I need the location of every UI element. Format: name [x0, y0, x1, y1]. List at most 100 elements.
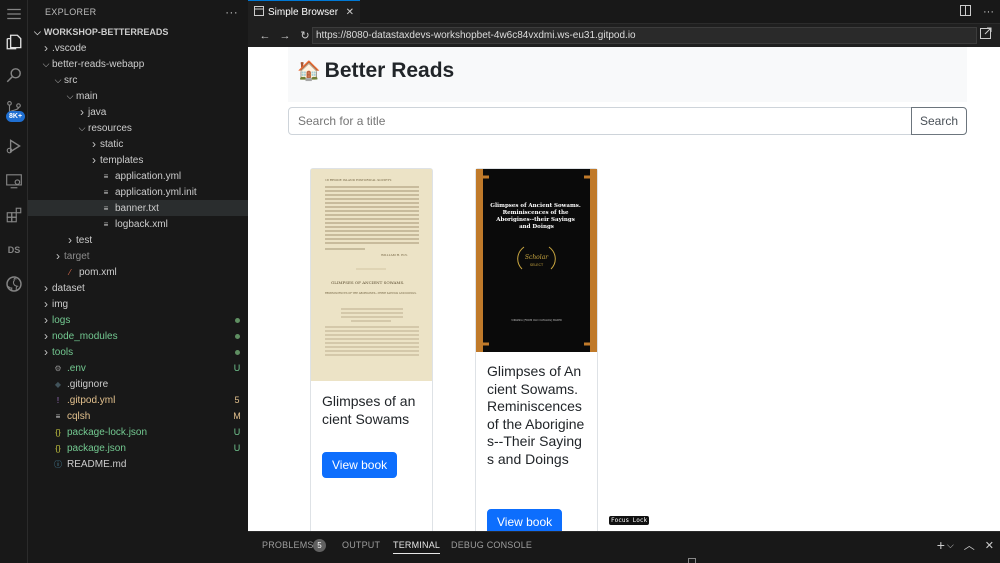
tab-debug-console[interactable]: DEBUG CONSOLE [451, 540, 532, 550]
extensions-icon[interactable] [0, 201, 28, 229]
status-dot [234, 334, 240, 339]
file-type-icon: ! [56, 395, 60, 405]
tree-item-label: dataset [52, 282, 85, 294]
maximize-panel-icon[interactable]: ︿ [964, 537, 975, 553]
url-input[interactable]: https://8080-datastaxdevs-workshopbet-4w… [312, 27, 977, 44]
tree-file[interactable]: ≡ application.yml [28, 168, 248, 184]
tree-item-label: package.json [67, 442, 126, 454]
tree-folder[interactable]: ⌵ resources [28, 120, 248, 136]
search-button[interactable]: Search [911, 107, 967, 135]
tree-item-label: .vscode [52, 42, 87, 54]
chevron-down-icon: ⌵ [66, 90, 74, 101]
tree-file[interactable]: ≡ cqlsh M [28, 408, 248, 424]
chevron-right-icon: › [80, 105, 84, 119]
tree-folder[interactable]: › target [28, 248, 248, 264]
tree-folder[interactable]: ⌵ main [28, 88, 248, 104]
open-external-icon[interactable] [980, 27, 994, 41]
tree-file[interactable]: ≡ application.yml.init [28, 184, 248, 200]
chevron-down-icon[interactable]: ⌵ [947, 540, 954, 551]
chevron-right-icon: › [44, 329, 48, 343]
file-type-icon: ≡ [103, 171, 109, 181]
back-arrow-icon[interactable]: ← [256, 27, 274, 45]
tree-item-label: resources [88, 122, 132, 134]
tree-file[interactable]: ≡ logback.xml [28, 216, 248, 232]
search-input[interactable] [288, 107, 912, 135]
cover1-subheading: REMINISCENCES OF THE ABORIGINES—THEIR SA… [325, 292, 417, 295]
book-card: 18 RHODE ISLAND HISTORICAL SOCIETY. WILL… [310, 168, 433, 531]
tree-item-label: test [76, 234, 93, 246]
git-status-dot [230, 347, 244, 357]
tree-file[interactable]: {} package.json U [28, 440, 248, 456]
file-type-icon: ⚙ [54, 363, 62, 373]
datastax-icon[interactable]: DS [0, 236, 28, 264]
tree-folder[interactable]: ⌵ better-reads-webapp [28, 56, 248, 72]
more-actions-icon[interactable]: ··· [225, 5, 238, 19]
terminal-content[interactable] [688, 558, 696, 563]
view-book-button[interactable]: View book [487, 509, 563, 531]
split-editor-icon[interactable] [960, 5, 971, 19]
tree-item-label: logback.xml [115, 218, 168, 230]
tree-file[interactable]: ◆ .gitignore [28, 376, 248, 392]
tree-folder[interactable]: › test [28, 232, 248, 248]
view-book-button[interactable]: View book [322, 452, 398, 478]
problems-count-badge: 5 [313, 539, 326, 552]
book-title[interactable]: Glimpses of ancient Sowams [322, 393, 422, 428]
tab-terminal[interactable]: TERMINAL [393, 540, 441, 554]
book-cover-image[interactable]: 18 RHODE ISLAND HISTORICAL SOCIETY. WILL… [311, 169, 432, 381]
close-panel-icon[interactable]: ✕ [985, 539, 994, 552]
file-type-icon: ⓘ [54, 459, 62, 469]
book-title[interactable]: Glimpses of Ancient Sowams. Reminiscence… [487, 363, 587, 468]
workspace-root-label: WORKSHOP-BETTERREADS [43, 27, 169, 37]
tree-file[interactable]: ⚙ .env U [28, 360, 248, 376]
tree-file[interactable]: ≡ banner.txt [28, 200, 248, 216]
file-type-icon: ◆ [54, 379, 62, 389]
tree-item-label: application.yml.init [115, 186, 197, 198]
tree-item-label: static [100, 138, 124, 150]
remote-explorer-icon[interactable] [0, 167, 28, 195]
run-debug-icon[interactable] [0, 132, 28, 160]
tree-folder[interactable]: › dataset [28, 280, 248, 296]
cover2-seal-bottom: SELECT [530, 263, 544, 267]
tree-folder[interactable]: › templates [28, 152, 248, 168]
chevron-right-icon: › [68, 233, 72, 247]
tab-problems[interactable]: PROBLEMS [262, 540, 314, 550]
cover1-header: 18 RHODE ISLAND HISTORICAL SOCIETY. [325, 178, 392, 182]
search-icon[interactable] [0, 61, 28, 89]
explorer-icon[interactable] [0, 28, 28, 56]
git-status-badge: M [233, 411, 241, 421]
source-control-badge: 8K+ [6, 111, 26, 122]
tree-item-label: .env [67, 362, 86, 374]
site-title[interactable]: 🏠 Better Reads [297, 59, 454, 83]
tree-folder[interactable]: › tools [28, 344, 248, 360]
tree-file[interactable]: ! .gitpod.yml 5 [28, 392, 248, 408]
tree-file[interactable]: {} package-lock.json U [28, 424, 248, 440]
book-cover-image[interactable]: Glimpses of Ancient Sowams. Reminiscence… [476, 169, 597, 352]
tree-file[interactable]: ⁄ pom.xml [28, 264, 248, 280]
tree-file[interactable]: ⓘ README.md [28, 456, 248, 472]
chevron-down-icon: ⌵ [42, 58, 50, 69]
tree-item-label: tools [52, 346, 74, 358]
tree-folder[interactable]: ⌵ src [28, 72, 248, 88]
menu-icon[interactable] [0, 0, 28, 28]
book-card: Glimpses of Ancient Sowams. Reminiscence… [475, 168, 598, 531]
tree-folder[interactable]: › img [28, 296, 248, 312]
tab-output[interactable]: OUTPUT [342, 540, 380, 550]
site-title-text: Better Reads [324, 59, 455, 82]
tree-folder[interactable]: › java [28, 104, 248, 120]
file-type-icon: {} [55, 443, 61, 453]
tree-item-label: src [64, 74, 78, 86]
explorer-title: EXPLORER [45, 7, 97, 17]
tree-folder[interactable]: › logs [28, 312, 248, 328]
tree-folder[interactable]: › .vscode [28, 40, 248, 56]
tab-label: Simple Browser [268, 7, 339, 18]
forward-arrow-icon[interactable]: → [276, 27, 294, 45]
more-actions-icon[interactable]: ··· [983, 6, 994, 18]
tree-folder[interactable]: › static [28, 136, 248, 152]
tree-folder[interactable]: › node_modules [28, 328, 248, 344]
tab-simple-browser[interactable]: Simple Browser ✕ [248, 0, 360, 24]
github-icon[interactable] [0, 270, 28, 298]
workspace-root[interactable]: ⌵ WORKSHOP-BETTERREADS [28, 24, 168, 40]
panel-actions: + ⌵ ︿ ✕ [937, 537, 994, 553]
new-terminal-icon[interactable]: + [937, 537, 945, 553]
close-tab-icon[interactable]: ✕ [346, 7, 354, 18]
